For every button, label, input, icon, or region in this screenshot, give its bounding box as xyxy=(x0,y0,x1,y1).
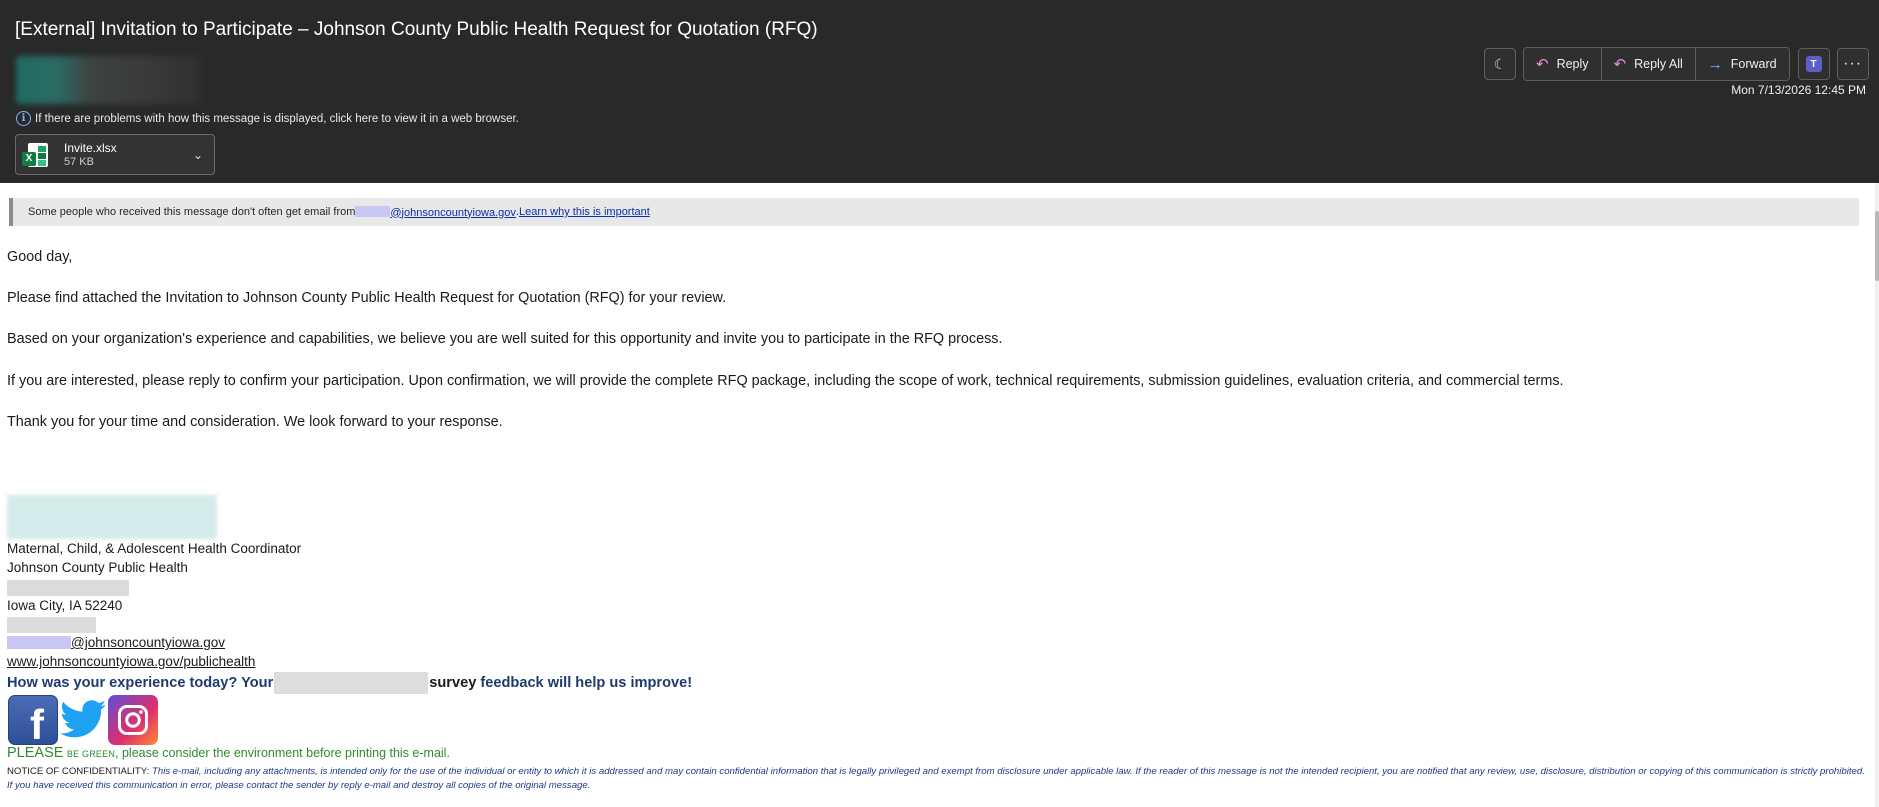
twitter-icon[interactable] xyxy=(58,695,108,745)
signature-title: Maternal, Child, & Adolescent Health Coo… xyxy=(7,541,302,556)
warning-text: Some people who received this message do… xyxy=(28,206,356,218)
be-green-note: PLEASE BE GREEN, please consider the env… xyxy=(7,745,450,761)
signature-name-redacted xyxy=(7,495,217,539)
first-contact-warning: Some people who received this message do… xyxy=(9,198,1859,226)
chevron-down-icon[interactable]: ⌄ xyxy=(188,148,208,162)
forward-arrow-icon: → xyxy=(1707,55,1723,73)
social-links: f xyxy=(8,695,158,748)
facebook-icon[interactable]: f xyxy=(8,695,58,748)
greeting: Good day, xyxy=(7,249,73,265)
reply-all-button[interactable]: ↶ Reply All xyxy=(1601,48,1696,80)
message-datetime: Mon 7/13/2026 12:45 PM xyxy=(1731,83,1866,97)
excel-file-icon: X xyxy=(22,142,50,168)
forward-button[interactable]: → Forward xyxy=(1695,48,1789,80)
message-toolbar: ☾ ↶ Reply ↶ Reply All → Forward T ··· xyxy=(1484,47,1869,81)
forward-label: Forward xyxy=(1730,57,1777,71)
notice-text: This e-mail, including any attachments, … xyxy=(7,766,1865,791)
info-icon: i xyxy=(16,111,31,126)
message-subject: [External] Invitation to Participate – J… xyxy=(15,19,818,40)
web-view-notice[interactable]: i If there are problems with how this me… xyxy=(16,111,519,126)
body-paragraph-3: If you are interested, please reply to c… xyxy=(7,373,1564,389)
body-paragraph-4: Thank you for your time and consideratio… xyxy=(7,414,503,430)
be-green-please: PLEASE xyxy=(7,745,64,761)
moon-icon: ☾ xyxy=(1493,55,1507,72)
message-body: Some people who received this message do… xyxy=(0,183,1879,807)
attachment-size: 57 KB xyxy=(64,155,94,168)
attachment-card[interactable]: X Invite.xlsx 57 KB ⌄ xyxy=(15,134,215,175)
scrollbar-thumb[interactable] xyxy=(1875,211,1879,281)
teams-icon: T xyxy=(1805,56,1822,72)
signature-website-link[interactable]: www.johnsoncountyiowa.gov/publichealth xyxy=(7,654,255,669)
learn-why-link[interactable]: Learn why this is important xyxy=(519,206,650,218)
signature-org: Johnson County Public Health xyxy=(7,560,188,575)
signature-email-domain: @johnsoncountyiowa.gov xyxy=(71,635,226,650)
be-green-text: , please consider the environment before… xyxy=(115,746,450,760)
reply-label: Reply xyxy=(1556,57,1589,71)
survey-text-3: feedback will help us improve! xyxy=(480,675,693,691)
instagram-icon[interactable] xyxy=(108,695,158,745)
survey-name-redacted xyxy=(274,672,429,694)
signature-email-link[interactable]: @johnsoncountyiowa.gov xyxy=(7,635,225,650)
signature-city: Iowa City, IA 52240 xyxy=(7,598,123,613)
teams-button[interactable]: T xyxy=(1797,48,1830,80)
more-actions-button[interactable]: ··· xyxy=(1836,48,1869,80)
more-dots-icon: ··· xyxy=(1843,55,1863,72)
theme-toggle-button[interactable]: ☾ xyxy=(1484,48,1516,80)
notice-lead: NOTICE OF CONFIDENTIALITY: xyxy=(7,766,150,777)
reply-button[interactable]: ↶ Reply xyxy=(1524,48,1602,80)
sender-domain: @johnsoncountyiowa.gov xyxy=(390,206,516,219)
be-green-label: BE GREEN xyxy=(66,749,116,759)
signature-phone-redacted xyxy=(7,617,96,633)
sender-email-link[interactable]: @johnsoncountyiowa.gov xyxy=(355,205,516,219)
body-paragraph-1: Please find attached the Invitation to J… xyxy=(7,290,727,306)
confidentiality-notice: NOTICE OF CONFIDENTIALITY: This e-mail, … xyxy=(7,765,1867,793)
reply-arrow-icon: ↶ xyxy=(1536,56,1549,73)
message-header: [External] Invitation to Participate – J… xyxy=(0,0,1879,183)
vertical-scrollbar[interactable] xyxy=(1875,183,1879,807)
survey-banner[interactable]: How was your experience today? Your surv… xyxy=(7,672,692,694)
web-view-notice-text[interactable]: If there are problems with how this mess… xyxy=(35,113,519,125)
survey-text-2: survey xyxy=(429,675,477,691)
body-paragraph-2: Based on your organization's experience … xyxy=(7,331,1003,347)
reply-all-label: Reply All xyxy=(1634,57,1683,71)
survey-text-1: How was your experience today? Your xyxy=(7,675,274,691)
sender-avatar-redacted[interactable] xyxy=(16,56,200,104)
redacted-username xyxy=(355,205,391,217)
reply-all-arrow-icon: ↶ xyxy=(1613,56,1627,73)
reply-button-group: ↶ Reply ↶ Reply All → Forward xyxy=(1523,47,1790,81)
signature-address-redacted xyxy=(7,580,129,596)
attachment-name: Invite.xlsx xyxy=(64,140,117,155)
redacted-email-user xyxy=(7,636,71,649)
